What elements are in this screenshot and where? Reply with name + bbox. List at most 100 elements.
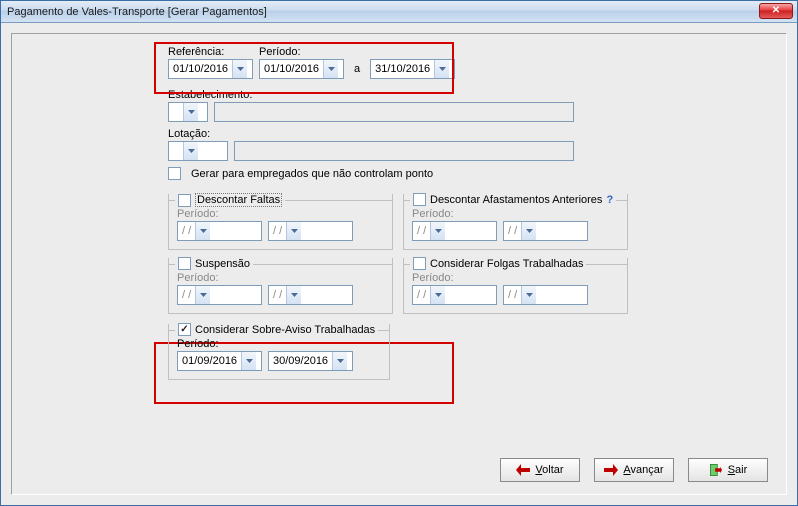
row-lotacao: Lotação: [168, 128, 628, 161]
arrow-right-icon [604, 464, 618, 476]
label-a: a [350, 63, 364, 75]
titlebar: Pagamento de Vales-Transporte [Gerar Pag… [1, 1, 797, 23]
gerar-para-checkbox[interactable] [168, 167, 181, 180]
periodo-end-value: 31/10/2016 [371, 63, 434, 75]
form-content: Referência: 01/10/2016 Período: 01/10/20… [168, 46, 628, 380]
group-sobre-aviso: Considerar Sobre-Aviso Trabalhadas Perío… [168, 324, 390, 380]
pair-suspensao-folgas: Suspensão Período: / / / / Considerar Fo… [168, 250, 628, 314]
chevron-down-icon [434, 60, 449, 78]
descontar-faltas-checkbox[interactable] [178, 194, 191, 207]
close-icon: ✕ [772, 6, 780, 16]
sair-accel: S [728, 464, 735, 476]
chevron-down-icon [430, 286, 445, 304]
window: Pagamento de Vales-Transporte [Gerar Pag… [0, 0, 798, 506]
group-descontar-faltas: Descontar Faltas Período: / / / / [168, 194, 393, 250]
footer-buttons: Voltar Avançar Sair [500, 458, 768, 482]
sobre-aviso-start-value: 01/09/2016 [178, 355, 241, 367]
suspensao-range: / / / / [177, 285, 384, 305]
sair-label-rest: air [735, 464, 747, 476]
row-referencia-periodo: Referência: 01/10/2016 Período: 01/10/20… [168, 46, 628, 79]
legend-suspensao: Suspensão [175, 257, 253, 270]
suspensao-checkbox[interactable] [178, 257, 191, 270]
avancar-accel: A [623, 464, 630, 476]
descontar-afast-checkbox[interactable] [413, 193, 426, 206]
faltas-range: / / / / [177, 221, 384, 241]
close-button[interactable]: ✕ [759, 3, 793, 19]
periodo-start-dropdown[interactable]: 01/10/2016 [259, 59, 344, 79]
chevron-down-icon [521, 222, 536, 240]
group-folgas: Considerar Folgas Trabalhadas Período: /… [403, 258, 628, 314]
chevron-down-icon [195, 222, 210, 240]
sobre-aviso-end-dropdown[interactable]: 30/09/2016 [268, 351, 353, 371]
arrow-left-icon [516, 464, 530, 476]
periodo-end-dropdown[interactable]: 31/10/2016 [370, 59, 455, 79]
folgas-start-dropdown[interactable]: / / [412, 285, 497, 305]
folgas-end-value: / / [504, 289, 521, 301]
label-periodo-suspensao: Período: [177, 272, 384, 284]
label-periodo-afast: Período: [412, 208, 619, 220]
periodo-start-value: 01/10/2016 [260, 63, 323, 75]
label-periodo: Período: [259, 46, 455, 58]
legend-descontar-afast: Descontar Afastamentos Anteriores ? [410, 193, 616, 206]
faltas-start-value: / / [178, 225, 195, 237]
label-periodo-sobre-aviso: Período: [177, 338, 381, 350]
chevron-down-icon [430, 222, 445, 240]
referencia-value: 01/10/2016 [169, 63, 232, 75]
estabelecimento-code-dropdown[interactable] [168, 102, 208, 122]
sobre-aviso-checkbox[interactable] [178, 323, 191, 336]
estabelecimento-fields [168, 102, 628, 122]
faltas-start-dropdown[interactable]: / / [177, 221, 262, 241]
faltas-end-value: / / [269, 225, 286, 237]
voltar-button[interactable]: Voltar [500, 458, 580, 482]
group-descontar-afast: Descontar Afastamentos Anteriores ? Perí… [403, 194, 628, 250]
label-gerar-para: Gerar para empregados que não controlam … [191, 168, 433, 180]
suspensao-end-dropdown[interactable]: / / [268, 285, 353, 305]
row-estabelecimento: Estabelecimento: [168, 89, 628, 122]
chevron-down-icon [183, 103, 198, 121]
afast-end-dropdown[interactable]: / / [503, 221, 588, 241]
estabelecimento-desc-field [214, 102, 574, 122]
voltar-label-rest: oltar [542, 464, 563, 476]
main-panel: Referência: 01/10/2016 Período: 01/10/20… [11, 33, 787, 495]
label-descontar-faltas: Descontar Faltas [195, 193, 282, 207]
chevron-down-icon [241, 352, 256, 370]
label-suspensao: Suspensão [195, 258, 250, 270]
pair-descontar: Descontar Faltas Período: / / / / Descon… [168, 186, 628, 250]
chevron-down-icon [286, 222, 301, 240]
label-periodo-faltas: Período: [177, 208, 384, 220]
afast-start-dropdown[interactable]: / / [412, 221, 497, 241]
avancar-label-rest: vançar [631, 464, 664, 476]
sair-button[interactable]: Sair [688, 458, 768, 482]
label-folgas: Considerar Folgas Trabalhadas [430, 258, 583, 270]
sobre-aviso-end-value: 30/09/2016 [269, 355, 332, 367]
afast-start-value: / / [413, 225, 430, 237]
lotacao-desc-field [234, 141, 574, 161]
help-icon[interactable]: ? [606, 194, 613, 206]
afast-end-value: / / [504, 225, 521, 237]
sobre-aviso-start-dropdown[interactable]: 01/09/2016 [177, 351, 262, 371]
window-title: Pagamento de Vales-Transporte [Gerar Pag… [5, 6, 267, 18]
folgas-checkbox[interactable] [413, 257, 426, 270]
label-lotacao: Lotação: [168, 128, 628, 140]
chevron-down-icon [183, 142, 198, 160]
afast-range: / / / / [412, 221, 619, 241]
chevron-down-icon [323, 60, 338, 78]
folgas-end-dropdown[interactable]: / / [503, 285, 588, 305]
legend-sobre-aviso: Considerar Sobre-Aviso Trabalhadas [175, 323, 378, 336]
faltas-end-dropdown[interactable]: / / [268, 221, 353, 241]
referencia-dropdown[interactable]: 01/10/2016 [168, 59, 253, 79]
suspensao-start-dropdown[interactable]: / / [177, 285, 262, 305]
legend-descontar-faltas: Descontar Faltas [175, 193, 285, 207]
col-periodo: Período: 01/10/2016 a 31/10/2016 [259, 46, 455, 79]
folgas-range: / / / / [412, 285, 619, 305]
folgas-start-value: / / [413, 289, 430, 301]
periodo-range: 01/10/2016 a 31/10/2016 [259, 59, 455, 79]
label-estabelecimento: Estabelecimento: [168, 89, 628, 101]
row-gerar-para: Gerar para empregados que não controlam … [168, 167, 628, 180]
avancar-button[interactable]: Avançar [594, 458, 674, 482]
chevron-down-icon [332, 352, 347, 370]
chevron-down-icon [521, 286, 536, 304]
lotacao-code-dropdown[interactable] [168, 141, 228, 161]
label-referencia: Referência: [168, 46, 253, 58]
col-referencia: Referência: 01/10/2016 [168, 46, 253, 79]
